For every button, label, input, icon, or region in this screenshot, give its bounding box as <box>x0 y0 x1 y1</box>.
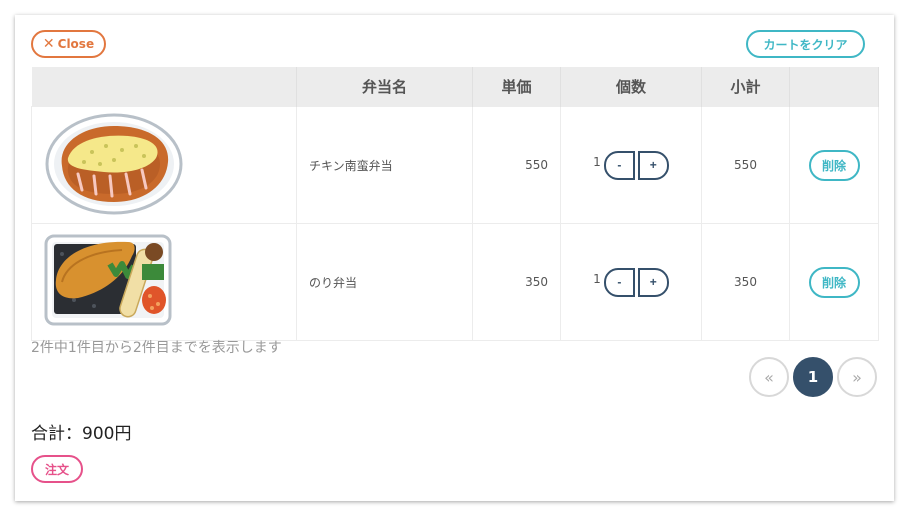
pagination-summary: 2件中1件目から2件目までを表示します <box>31 340 282 356</box>
order-total: 合計：900円 <box>31 424 132 444</box>
next-page-button[interactable]: » <box>837 357 877 397</box>
delete-cell: 削除 <box>789 106 879 224</box>
subtotal: 350 <box>701 223 790 341</box>
table-row: チキン南蛮弁当 550 1 - + 550 削除 <box>31 106 879 224</box>
quantity-cell: 1 - + <box>560 223 702 341</box>
unit-price: 550 <box>472 106 561 224</box>
quantity-stepper: 1 - + <box>562 267 700 297</box>
increase-quantity-button[interactable]: + <box>637 267 669 297</box>
prev-page-button[interactable]: « <box>749 357 789 397</box>
header-image <box>31 67 297 107</box>
product-image-cell <box>31 223 297 341</box>
bento-name: のり弁当 <box>296 223 473 341</box>
quantity-value: 1 <box>593 272 601 286</box>
close-label: Close <box>57 37 95 51</box>
quantity-value: 1 <box>593 155 601 169</box>
unit-price: 350 <box>472 223 561 341</box>
header-subtotal: 小計 <box>701 67 790 107</box>
pagination: « 1 » <box>745 357 877 397</box>
table-row: のり弁当 350 1 - + 350 削除 <box>31 223 879 341</box>
increase-quantity-button[interactable]: + <box>637 150 669 180</box>
order-button[interactable]: 注文 <box>31 455 83 483</box>
chicken-nanban-bento-image <box>45 113 183 214</box>
page-1-button[interactable]: 1 <box>793 357 833 397</box>
header-unit-price: 単価 <box>472 67 561 107</box>
header-bento-name: 弁当名 <box>296 67 473 107</box>
decrease-quantity-button[interactable]: - <box>603 267 635 297</box>
delete-button[interactable]: 削除 <box>808 149 860 181</box>
product-image-cell <box>31 106 297 224</box>
header-quantity: 個数 <box>560 67 702 107</box>
delete-cell: 削除 <box>789 223 879 341</box>
nori-bento-image <box>44 234 172 325</box>
cart-dialog: ✕ Close カートをクリア 弁当名 単価 個数 小計 チキン南蛮弁当 550… <box>15 15 894 501</box>
bento-name: チキン南蛮弁当 <box>296 106 473 224</box>
subtotal: 550 <box>701 106 790 224</box>
close-icon: ✕ <box>42 36 55 52</box>
clear-cart-button[interactable]: カートをクリア <box>746 30 865 58</box>
table-header-row: 弁当名 単価 個数 小計 <box>31 67 879 107</box>
header-actions <box>789 67 879 107</box>
cart-table: 弁当名 単価 個数 小計 チキン南蛮弁当 550 1 - + 550 削除 のり… <box>31 67 879 341</box>
decrease-quantity-button[interactable]: - <box>603 150 635 180</box>
delete-button[interactable]: 削除 <box>808 266 860 298</box>
quantity-stepper: 1 - + <box>562 150 700 180</box>
close-button[interactable]: ✕ Close <box>31 30 106 58</box>
quantity-cell: 1 - + <box>560 106 702 224</box>
